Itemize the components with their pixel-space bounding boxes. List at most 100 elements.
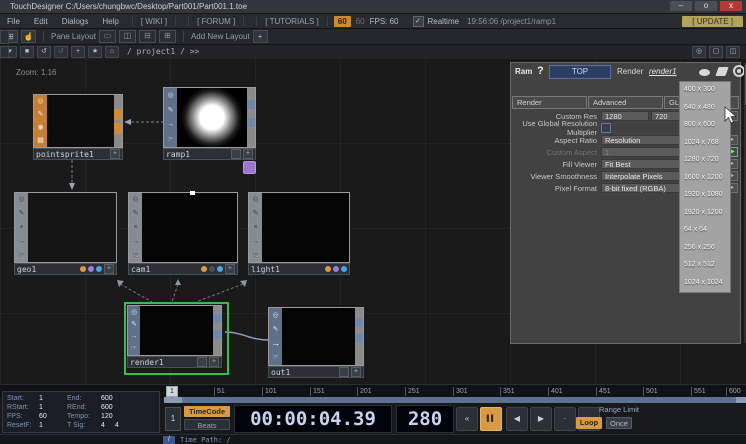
- pane-preset-quad-icon[interactable]: ⊞: [159, 30, 176, 43]
- output-connector[interactable]: [114, 109, 122, 120]
- timecode-mode-button[interactable]: TimeCode: [184, 406, 230, 417]
- resetf-value[interactable]: 1: [39, 422, 67, 429]
- menu-item-resolution[interactable]: 400 x 300: [680, 82, 730, 100]
- node-flag-column[interactable]: ◎ ✎ × → ☞: [15, 193, 28, 262]
- add-layout-button[interactable]: +: [253, 30, 268, 43]
- node-viewer[interactable]: [282, 308, 355, 365]
- node-label-light1[interactable]: light1: [248, 263, 350, 275]
- node-label-pointsprite1[interactable]: pointsprite1 +: [33, 148, 123, 160]
- menu-item-resolution[interactable]: 1920 x 1080: [680, 187, 730, 205]
- hand-icon[interactable]: ☞: [18, 252, 24, 259]
- pencil-icon[interactable]: ✎: [19, 210, 25, 217]
- output-connector[interactable]: [355, 334, 363, 343]
- start-value[interactable]: 1: [39, 395, 67, 402]
- pencil-icon[interactable]: ✎: [168, 107, 174, 114]
- wiki-link[interactable]: [ WIKI ]: [132, 17, 176, 26]
- tsig-value2[interactable]: 4: [115, 422, 139, 429]
- node-render1[interactable]: ◎ ✎ → ☞: [127, 305, 222, 356]
- beats-mode-button[interactable]: Beats: [184, 419, 230, 430]
- menu-edit[interactable]: Edit: [27, 17, 55, 26]
- update-button[interactable]: [ UPDATE ]: [682, 16, 743, 27]
- fps-label[interactable]: FPS: 60: [370, 17, 399, 26]
- menu-help[interactable]: Help: [95, 17, 125, 26]
- forum-link[interactable]: [ FORUM ]: [188, 17, 244, 26]
- pencil-icon[interactable]: ✎: [38, 111, 44, 118]
- comp-family-dot[interactable]: [80, 266, 86, 272]
- bookmark-star-icon[interactable]: ★: [88, 46, 102, 58]
- node-flag-column[interactable]: ◎ ✎ → ☞: [269, 308, 282, 365]
- expand-plus-button[interactable]: +: [209, 357, 219, 367]
- node-geo1[interactable]: ◎ ✎ × → ☞: [14, 192, 117, 263]
- node-cam1[interactable]: ◎ ✎ × → ☞: [128, 192, 238, 263]
- output-connector[interactable]: [247, 118, 255, 127]
- slash-icon[interactable]: /: [163, 436, 175, 444]
- menu-item-resolution[interactable]: 256 x 256: [680, 240, 730, 258]
- flag-box[interactable]: [197, 357, 207, 367]
- menu-item-resolution[interactable]: 1920 x 1200: [680, 205, 730, 223]
- cross-icon[interactable]: ×: [133, 224, 137, 231]
- tab-render[interactable]: Render: [512, 96, 587, 109]
- node-viewer[interactable]: [47, 95, 114, 147]
- step-back-button[interactable]: ·: [554, 407, 576, 431]
- minimize-button[interactable]: –: [670, 1, 692, 11]
- menu-dialogs[interactable]: Dialogs: [55, 17, 96, 26]
- node-flag-column[interactable]: ◎ ✎ → ☞: [164, 88, 177, 147]
- play-forward-button[interactable]: ▶: [530, 407, 552, 431]
- expand-plus-button[interactable]: +: [110, 149, 120, 159]
- menu-item-resolution[interactable]: 1600 x 1200: [680, 170, 730, 188]
- pause-button[interactable]: ▌▌: [480, 407, 502, 431]
- flag-box[interactable]: [339, 367, 349, 377]
- pane-preset-single-icon[interactable]: ▭: [99, 30, 116, 43]
- pane-split-icon[interactable]: ◫: [726, 46, 740, 58]
- rend-value[interactable]: 600: [101, 404, 125, 411]
- menu-item-resolution[interactable]: 800 x 600: [680, 117, 730, 135]
- home-icon[interactable]: ⌂: [105, 46, 119, 58]
- refresh-icon[interactable]: ↺: [37, 46, 51, 58]
- cross-icon[interactable]: ×: [253, 224, 257, 231]
- expand-plus-button[interactable]: +: [225, 264, 235, 274]
- play-reverse-button[interactable]: ◀: [506, 407, 528, 431]
- arrow-icon[interactable]: →: [167, 121, 174, 128]
- pane-box-icon[interactable]: ▢: [709, 46, 723, 58]
- menu-item-resolution[interactable]: 1280 x 720: [680, 152, 730, 170]
- language-eraser-icon[interactable]: [715, 67, 728, 76]
- gear-icon[interactable]: ◎: [252, 196, 258, 203]
- inactive-dot[interactable]: [209, 266, 215, 272]
- panel-family-dot[interactable]: [333, 266, 339, 272]
- hand-icon[interactable]: ☞: [167, 136, 173, 143]
- node-viewer[interactable]: [177, 88, 247, 147]
- pane-preset-vsplit-icon[interactable]: ◫: [119, 30, 136, 43]
- node-label-render1[interactable]: render1 +: [127, 356, 222, 368]
- top-family-dot[interactable]: [341, 266, 347, 272]
- panel-family-dot[interactable]: [88, 266, 94, 272]
- expand-plus-button[interactable]: +: [243, 149, 253, 159]
- operator-name[interactable]: render1: [649, 67, 677, 76]
- help-button[interactable]: ?: [537, 65, 544, 77]
- menu-item-resolution[interactable]: 1024 x 1024: [680, 275, 730, 293]
- comp-family-dot[interactable]: [201, 266, 207, 272]
- pencil-icon[interactable]: ✎: [273, 326, 279, 333]
- output-connector[interactable]: [213, 314, 221, 323]
- top-family-dot[interactable]: [217, 266, 223, 272]
- tutorials-link[interactable]: [ TUTORIALS ]: [256, 17, 328, 26]
- realtime-checkbox[interactable]: ✓: [413, 16, 424, 27]
- node-out1[interactable]: ◎ ✎ → ☞: [268, 307, 364, 366]
- tempo-value[interactable]: 120: [101, 413, 125, 420]
- hand-icon[interactable]: ☞: [131, 345, 137, 352]
- pencil-icon[interactable]: ✎: [133, 210, 139, 217]
- arrow-icon[interactable]: →: [131, 333, 138, 340]
- gear-icon[interactable]: ◎: [37, 98, 43, 105]
- node-label-cam1[interactable]: cam1 +: [128, 263, 238, 275]
- once-button[interactable]: Once: [606, 417, 632, 429]
- menu-file[interactable]: File: [0, 17, 27, 26]
- pane-preset-hsplit-icon[interactable]: ⊟: [139, 30, 156, 43]
- pencil-icon[interactable]: ✎: [131, 321, 137, 328]
- left-scroll-chip[interactable]: [0, 30, 9, 44]
- hand-icon[interactable]: ☞: [272, 354, 278, 361]
- gear-icon[interactable]: ◎: [131, 309, 137, 316]
- custom-res-width-field[interactable]: 1280: [601, 111, 649, 121]
- arrow-icon[interactable]: →: [18, 238, 25, 245]
- eye-icon[interactable]: ◉: [37, 124, 43, 131]
- menu-item-resolution[interactable]: 512 x 512: [680, 257, 730, 275]
- cross-icon[interactable]: ×: [19, 224, 23, 231]
